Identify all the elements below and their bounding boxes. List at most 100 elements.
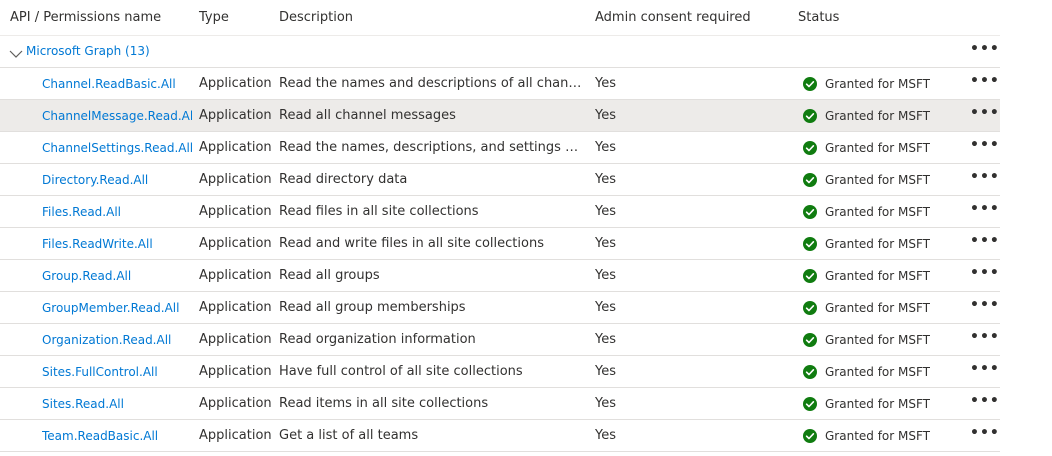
status-text: Granted for MSFT xyxy=(825,205,931,219)
column-header-admin-consent[interactable]: Admin consent required xyxy=(595,10,751,25)
permission-type: Application xyxy=(199,332,272,347)
table-row[interactable]: Files.ReadWrite.All Application Read and w… xyxy=(0,228,1000,260)
admin-consent-value: Yes xyxy=(595,236,616,251)
check-circle-icon xyxy=(803,364,817,379)
check-circle-icon xyxy=(803,204,817,219)
status-text: Granted for MSFT xyxy=(825,173,931,187)
more-icon[interactable]: ••• xyxy=(970,426,999,444)
permission-name-link[interactable]: Sites.FullControl.All xyxy=(42,365,192,379)
table-header: API / Permissions name Type Description … xyxy=(0,0,1000,36)
admin-consent-value: Yes xyxy=(595,204,616,219)
permission-name-link[interactable]: Sites.Read.All xyxy=(42,397,192,411)
admin-consent-value: Yes xyxy=(595,76,616,91)
more-icon[interactable]: ••• xyxy=(970,266,999,284)
admin-consent-value: Yes xyxy=(595,428,616,443)
permission-name-link[interactable]: Files.Read.All xyxy=(42,205,192,219)
status-text: Granted for MSFT xyxy=(825,77,931,91)
permission-description: Read all groups xyxy=(279,268,380,283)
permission-name-link[interactable]: Team.ReadBasic.All xyxy=(42,429,192,443)
more-icon[interactable]: ••• xyxy=(970,170,999,188)
table-row[interactable]: Channel.ReadBasic.All Application Read the… xyxy=(0,68,1000,100)
table-row[interactable]: Directory.Read.All Application Read direct… xyxy=(0,164,1000,196)
permission-name-link[interactable]: Files.ReadWrite.All xyxy=(42,237,192,251)
permission-description: Read items in all site collections xyxy=(279,396,489,411)
permission-type: Application xyxy=(199,108,272,123)
status-text: Granted for MSFT xyxy=(825,237,931,251)
permission-description: Read all channel messages xyxy=(279,108,456,123)
more-icon[interactable]: ••• xyxy=(970,138,999,156)
column-header-type[interactable]: Type xyxy=(199,10,229,25)
permission-type: Application xyxy=(199,428,272,443)
more-icon[interactable]: ••• xyxy=(970,106,999,124)
admin-consent-value: Yes xyxy=(595,300,616,315)
check-circle-icon xyxy=(803,268,817,283)
permission-name-link[interactable]: ChannelSettings.Read.All xyxy=(42,141,192,155)
check-circle-icon xyxy=(803,332,817,347)
table-row[interactable]: ChannelMessage.Read.All Application Read a… xyxy=(0,100,1000,132)
table-row[interactable]: Group.Read.All Application Read all groups… xyxy=(0,260,1000,292)
status-text: Granted for MSFT xyxy=(825,301,931,315)
more-icon[interactable]: ••• xyxy=(970,234,999,252)
table-row[interactable]: ChannelSettings.Read.All Application Read … xyxy=(0,132,1000,164)
more-icon[interactable]: ••• xyxy=(970,394,999,412)
group-row-microsoft-graph[interactable]: Microsoft Graph (13) ••• xyxy=(0,36,1000,68)
more-icon[interactable]: ••• xyxy=(970,42,999,60)
chevron-down-icon[interactable] xyxy=(8,45,24,58)
admin-consent-value: Yes xyxy=(595,332,616,347)
permission-name-link[interactable]: Group.Read.All xyxy=(42,269,192,283)
admin-consent-value: Yes xyxy=(595,396,616,411)
group-label[interactable]: Microsoft Graph (13) xyxy=(26,44,150,58)
table-row[interactable]: Sites.FullControl.All Application Have ful… xyxy=(0,356,1000,388)
permissions-table: API / Permissions name Type Description … xyxy=(0,0,1000,452)
permission-rows: Channel.ReadBasic.All Application Read the… xyxy=(0,68,1000,452)
status-text: Granted for MSFT xyxy=(825,109,931,123)
column-header-status[interactable]: Status xyxy=(798,10,839,25)
status-text: Granted for MSFT xyxy=(825,429,931,443)
permission-description: Read organization information xyxy=(279,332,476,347)
check-circle-icon xyxy=(803,428,817,443)
permission-description: Have full control of all site collection… xyxy=(279,364,523,379)
permission-type: Application xyxy=(199,268,272,283)
permission-type: Application xyxy=(199,204,272,219)
permission-type: Application xyxy=(199,300,272,315)
permission-type: Application xyxy=(199,396,272,411)
permission-description: Read directory data xyxy=(279,172,408,187)
check-circle-icon xyxy=(803,140,817,155)
permission-name-link[interactable]: Directory.Read.All xyxy=(42,173,192,187)
column-header-name[interactable]: API / Permissions name xyxy=(10,10,161,25)
status-text: Granted for MSFT xyxy=(825,397,931,411)
table-row[interactable]: Team.ReadBasic.All Application Get a list … xyxy=(0,420,1000,452)
permission-name-link[interactable]: GroupMember.Read.All xyxy=(42,301,192,315)
more-icon[interactable]: ••• xyxy=(970,298,999,316)
more-icon[interactable]: ••• xyxy=(970,362,999,380)
permission-type: Application xyxy=(199,172,272,187)
table-row[interactable]: Sites.Read.All Application Read items in a… xyxy=(0,388,1000,420)
check-circle-icon xyxy=(803,108,817,123)
permission-type: Application xyxy=(199,76,272,91)
admin-consent-value: Yes xyxy=(595,364,616,379)
permission-name-link[interactable]: Organization.Read.All xyxy=(42,333,192,347)
column-header-description[interactable]: Description xyxy=(279,10,353,25)
permission-description: Read the names and descriptions of all c… xyxy=(279,76,583,91)
admin-consent-value: Yes xyxy=(595,108,616,123)
table-row[interactable]: GroupMember.Read.All Application Read all … xyxy=(0,292,1000,324)
permission-description: Read and write files in all site collect… xyxy=(279,236,544,251)
table-row[interactable]: Organization.Read.All Application Read org… xyxy=(0,324,1000,356)
permission-name-link[interactable]: ChannelMessage.Read.All xyxy=(42,109,192,123)
check-circle-icon xyxy=(803,76,817,91)
permission-description: Get a list of all teams xyxy=(279,428,419,443)
permission-name-link[interactable]: Channel.ReadBasic.All xyxy=(42,77,192,91)
admin-consent-value: Yes xyxy=(595,140,616,155)
status-text: Granted for MSFT xyxy=(825,141,931,155)
more-icon[interactable]: ••• xyxy=(970,202,999,220)
table-row[interactable]: Files.Read.All Application Read files in a… xyxy=(0,196,1000,228)
more-icon[interactable]: ••• xyxy=(970,330,999,348)
permission-description: Read files in all site collections xyxy=(279,204,479,219)
check-circle-icon xyxy=(803,172,817,187)
check-circle-icon xyxy=(803,300,817,315)
more-icon[interactable]: ••• xyxy=(970,74,999,92)
check-circle-icon xyxy=(803,396,817,411)
check-circle-icon xyxy=(803,236,817,251)
admin-consent-value: Yes xyxy=(595,172,616,187)
permission-type: Application xyxy=(199,140,272,155)
